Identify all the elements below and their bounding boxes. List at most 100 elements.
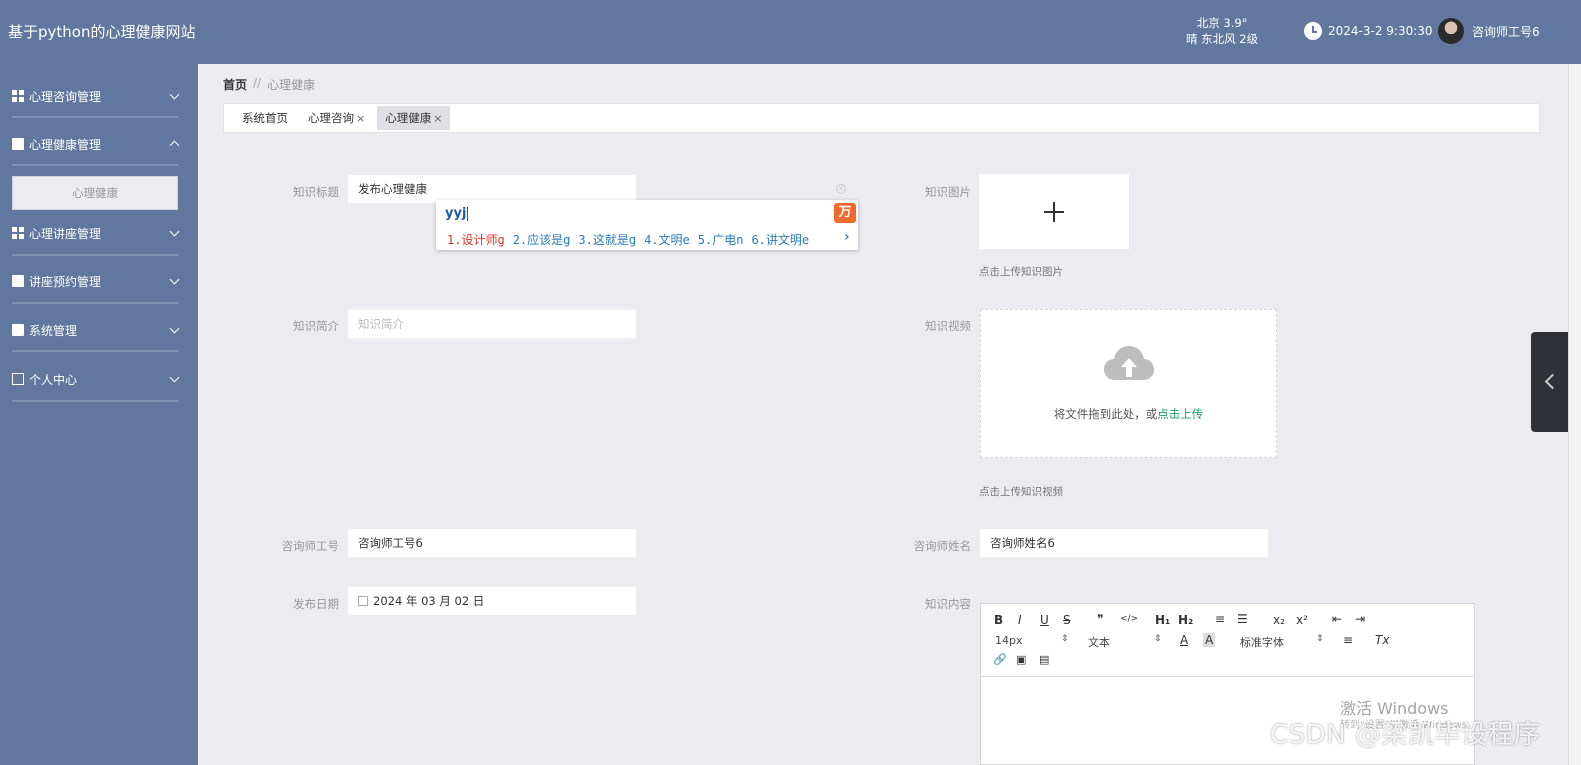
image-upload-hint: 点击上传知识图片	[979, 266, 1063, 278]
username[interactable]: 咨询师工号6	[1472, 23, 1540, 40]
image-label: 知识图片	[925, 185, 971, 199]
card-icon	[12, 373, 24, 385]
tab-health[interactable]: 心理健康 ×	[377, 106, 451, 130]
tab-counseling[interactable]: 心理咨询 ×	[300, 106, 373, 130]
bold-button[interactable]: B	[994, 613, 1003, 627]
breadcrumb-current: 心理健康	[267, 78, 316, 92]
ordered-list-button[interactable]: ≡	[1215, 612, 1225, 626]
close-icon[interactable]: ×	[433, 112, 442, 125]
font-family-select[interactable]: 标准字体	[1240, 634, 1324, 650]
chevron-right-icon[interactable]: ›	[844, 229, 850, 245]
code-block-button[interactable]: </>	[1120, 614, 1138, 624]
video-button[interactable]: ▤	[1039, 653, 1049, 666]
h1-button[interactable]: H₁	[1155, 613, 1170, 627]
chevron-down-icon	[169, 89, 180, 100]
cloud-upload-icon	[1103, 344, 1155, 384]
close-icon[interactable]: ×	[356, 112, 365, 125]
upload-drop-text: 将文件拖到此处，或	[1053, 407, 1158, 421]
top-header: 基于python的心理健康网站 北京 3.9° 晴 东北风 2级 2024-3-…	[0, 0, 1581, 64]
ime-composition: yyj	[445, 206, 469, 221]
ime-candidate[interactable]: 6.讲文明e	[751, 231, 809, 248]
blockquote-button[interactable]: ❞	[1097, 612, 1103, 626]
header-select[interactable]: 文本	[1088, 634, 1162, 650]
intro-label: 知识简介	[293, 319, 339, 333]
h2-button[interactable]: H₂	[1178, 613, 1193, 627]
clear-icon[interactable]: ×	[836, 184, 846, 194]
italic-button[interactable]: I	[1018, 613, 1022, 627]
ime-candidate[interactable]: 2.应该是g	[513, 231, 571, 248]
hand-icon	[12, 138, 24, 150]
datetime-text: 2024-3-2 9:30:30	[1328, 24, 1433, 38]
strike-button[interactable]: S	[1063, 613, 1071, 627]
bullet-list-button[interactable]: ☰	[1237, 612, 1248, 626]
chevron-down-icon	[169, 372, 180, 383]
editor-toolbar: B I U S ❞ </> H₁ H₂ ≡ ☰ x₂ x² ⇤ ⇥ 14px 文…	[981, 604, 1474, 677]
date-value: 2024 年 03 月 02 日	[373, 594, 485, 608]
superscript-button[interactable]: x²	[1296, 613, 1308, 627]
video-label: 知识视频	[925, 319, 971, 333]
ime-logo-icon: 万	[834, 203, 856, 223]
counselor-name-label: 咨询师姓名	[913, 539, 972, 553]
outdent-button[interactable]: ⇤	[1332, 612, 1342, 626]
sidebar-item-label: 系统管理	[29, 323, 78, 338]
title-label: 知识标题	[293, 185, 339, 199]
ime-candidate[interactable]: 5.广电n	[698, 231, 744, 248]
upload-link[interactable]: 点击上传	[1157, 407, 1203, 421]
csdn-watermark: CSDN @梁凯毕设程序	[1270, 720, 1541, 750]
sidebar-item-profile[interactable]: 个人中心	[12, 362, 182, 396]
briefcase-icon	[12, 275, 24, 287]
date-picker[interactable]: 2024 年 03 月 02 日	[347, 586, 637, 616]
align-button[interactable]: ≡	[1343, 633, 1353, 647]
alarm-clock-icon	[1304, 22, 1322, 40]
divider	[12, 400, 178, 402]
user-menu[interactable]: 咨询师工号6	[1438, 18, 1540, 44]
chevron-down-icon	[169, 226, 180, 237]
sidebar-item-label: 心理讲座管理	[29, 226, 102, 241]
submenu-item-health[interactable]: 心理健康	[12, 176, 178, 210]
intro-input[interactable]: 知识简介	[347, 309, 637, 339]
sidebar-item-health[interactable]: 心理健康管理	[12, 127, 182, 161]
video-upload-dropzone[interactable]: 将文件拖到此处，或点击上传	[980, 309, 1277, 458]
video-upload-hint: 点击上传知识视频	[979, 486, 1063, 498]
sidebar-item-counseling[interactable]: 心理咨询管理	[12, 79, 182, 113]
avatar[interactable]	[1438, 18, 1464, 44]
breadcrumb: 首页 // 心理健康	[223, 76, 315, 93]
divider	[12, 302, 178, 304]
tab-home[interactable]: 系统首页	[234, 106, 296, 130]
ime-candidate[interactable]: 4.文明e	[644, 231, 690, 248]
ime-candidate[interactable]: 1.设计师g	[447, 231, 505, 248]
clear-format-button[interactable]: Tx	[1375, 633, 1389, 647]
font-color-button[interactable]: A	[1180, 633, 1188, 647]
subscript-button[interactable]: x₂	[1273, 613, 1285, 627]
side-drawer-toggle[interactable]	[1531, 332, 1568, 432]
sidebar-item-label: 心理咨询管理	[29, 89, 102, 104]
calendar-icon	[358, 596, 368, 606]
tab-label: 系统首页	[242, 111, 288, 125]
counselor-id-input[interactable]: 咨询师工号6	[347, 528, 637, 558]
image-button[interactable]: ▣	[1016, 653, 1026, 666]
indent-button[interactable]: ⇥	[1355, 612, 1365, 626]
divider	[12, 116, 178, 118]
tab-bar: 系统首页 心理咨询 × 心理健康 ×	[223, 103, 1540, 133]
underline-button[interactable]: U	[1040, 613, 1049, 627]
scrollbar[interactable]	[1568, 64, 1581, 765]
plus-icon-vertical	[1053, 202, 1055, 222]
tab-label: 心理咨询	[308, 111, 354, 125]
sidebar-item-label: 个人中心	[29, 372, 78, 387]
chevron-left-icon	[1544, 373, 1561, 390]
ime-candidate-popup: yyj 万 1.设计师g 2.应该是g 3.这就是g 4.文明e 5.广电n 6…	[436, 200, 858, 250]
sidebar-item-booking[interactable]: 讲座预约管理	[12, 264, 182, 298]
counselor-name-input[interactable]: 咨询师姓名6	[979, 528, 1269, 558]
counselor-id-label: 咨询师工号	[281, 539, 340, 553]
image-upload-box[interactable]	[979, 174, 1129, 249]
link-button[interactable]: 🔗	[993, 653, 1007, 666]
font-size-select[interactable]: 14px	[995, 634, 1069, 647]
sidebar-item-label: 讲座预约管理	[29, 274, 102, 289]
ime-candidate[interactable]: 3.这就是g	[578, 231, 636, 248]
breadcrumb-home[interactable]: 首页	[223, 76, 247, 93]
background-color-button[interactable]: A	[1203, 633, 1216, 647]
weather-city-temp: 北京 3.9°	[1196, 16, 1248, 30]
clipboard-icon	[12, 324, 24, 336]
sidebar-item-system[interactable]: 系统管理	[12, 313, 182, 347]
sidebar-item-lecture[interactable]: 心理讲座管理	[12, 216, 182, 250]
